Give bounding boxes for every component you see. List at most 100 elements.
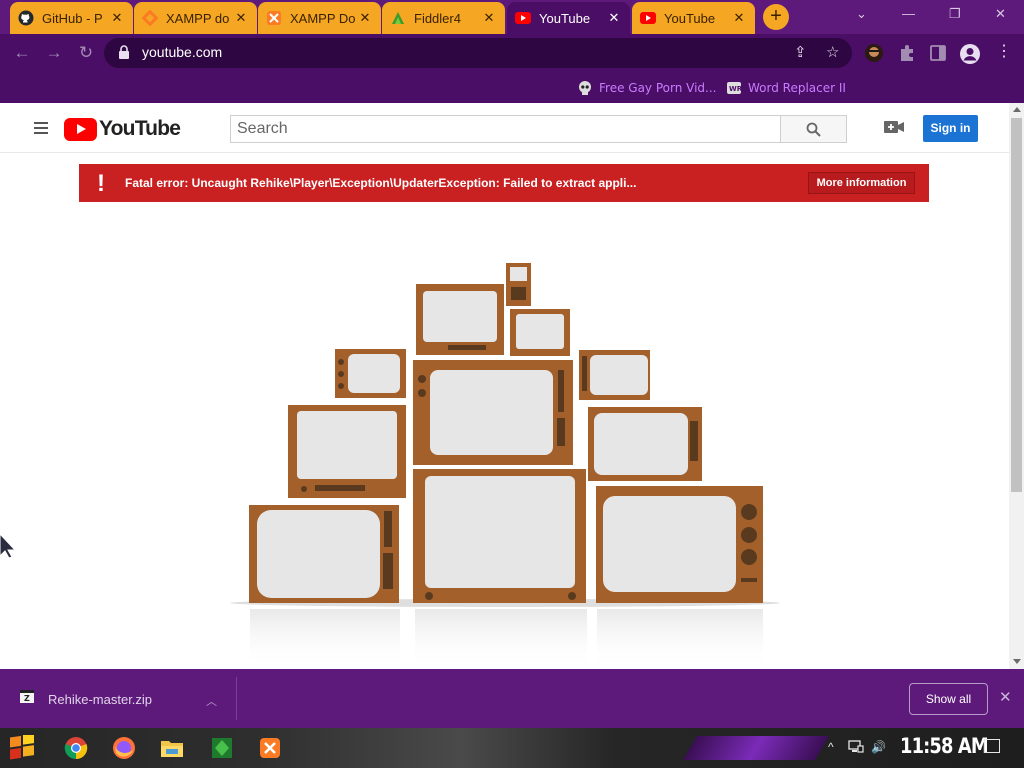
action-center-icon[interactable] bbox=[984, 739, 1000, 753]
taskbar-decoration bbox=[683, 736, 829, 760]
close-downloads-bar-icon[interactable]: ✕ bbox=[999, 688, 1012, 706]
extension-avatar-icon[interactable] bbox=[864, 43, 884, 63]
hamburger-menu-icon[interactable] bbox=[34, 122, 48, 134]
show-all-downloads-button[interactable]: Show all bbox=[909, 683, 988, 715]
tab-xampp-1[interactable]: XAMPP do ✕ bbox=[134, 2, 257, 34]
extensions-puzzle-icon[interactable] bbox=[897, 43, 917, 63]
tab-github[interactable]: GitHub - P ✕ bbox=[10, 2, 133, 34]
menu-kebab-icon[interactable]: ⋮ bbox=[994, 41, 1014, 61]
windows-taskbar: ^ 🔊 11:58 AM bbox=[0, 728, 1024, 768]
download-divider bbox=[236, 677, 237, 720]
close-tab-icon[interactable]: ✕ bbox=[731, 10, 747, 26]
tab-title: GitHub - P bbox=[42, 10, 103, 26]
youtube-page: YouTube Sign in ! Fatal error: Uncaught … bbox=[0, 103, 1009, 669]
youtube-icon bbox=[515, 10, 531, 26]
word-replacer-icon: WR bbox=[726, 80, 742, 96]
tv-tiny bbox=[506, 263, 531, 306]
firefox-icon[interactable] bbox=[110, 734, 138, 762]
youtube-logo[interactable]: YouTube bbox=[64, 117, 181, 141]
tab-xampp-2[interactable]: XAMPP Do ✕ bbox=[258, 2, 381, 34]
tv-bottom-left bbox=[249, 505, 399, 603]
reload-button[interactable]: ↻ bbox=[74, 41, 98, 65]
fiddler-icon[interactable] bbox=[208, 734, 236, 762]
youtube-play-logo-icon bbox=[64, 117, 97, 141]
tab-youtube[interactable]: YouTube ✕ bbox=[632, 2, 755, 34]
sign-in-button[interactable]: Sign in bbox=[923, 115, 978, 142]
show-hidden-icons-chevron-icon[interactable]: ^ bbox=[828, 740, 834, 754]
bookmark-label: Word Replacer II bbox=[748, 81, 846, 95]
tv-bottom-right bbox=[596, 486, 763, 603]
close-tab-icon[interactable]: ✕ bbox=[357, 10, 373, 26]
search-icon bbox=[806, 122, 821, 137]
volume-icon[interactable]: 🔊 bbox=[871, 740, 886, 754]
scroll-down-icon[interactable] bbox=[1013, 659, 1021, 664]
page-scrollbar[interactable] bbox=[1009, 103, 1024, 669]
tab-strip: GitHub - P ✕ XAMPP do ✕ XAMPP Do ✕ Fiddl… bbox=[0, 0, 1024, 34]
svg-text:WR: WR bbox=[729, 85, 742, 93]
chrome-icon[interactable] bbox=[62, 734, 90, 762]
tv-right-middle bbox=[588, 407, 702, 481]
profile-icon[interactable] bbox=[959, 43, 980, 64]
new-tab-button[interactable]: + bbox=[763, 4, 789, 30]
fiddler-icon bbox=[390, 10, 406, 26]
tv-right-small bbox=[579, 350, 650, 400]
lock-icon[interactable] bbox=[118, 45, 130, 65]
bookmark-star-icon[interactable]: ☆ bbox=[826, 43, 839, 61]
tv-left-small bbox=[335, 349, 406, 398]
search-button[interactable] bbox=[780, 115, 847, 143]
youtube-icon bbox=[640, 10, 656, 26]
tv-left-middle bbox=[288, 405, 406, 498]
tab-search-dropdown-icon[interactable]: ⌄ bbox=[856, 6, 867, 22]
close-tab-icon[interactable]: ✕ bbox=[109, 10, 125, 26]
upload-video-icon[interactable] bbox=[884, 120, 904, 139]
bookmark-item[interactable]: WR Word Replacer II bbox=[726, 78, 846, 98]
bookmarks-bar: Free Gay Porn Vid... WR Word Replacer II bbox=[0, 72, 1024, 103]
svg-text:Z: Z bbox=[24, 694, 30, 703]
skull-icon bbox=[577, 80, 593, 96]
tab-fiddler[interactable]: Fiddler4 ✕ bbox=[382, 2, 505, 34]
tab-title: Fiddler4 bbox=[414, 10, 461, 26]
scroll-up-icon[interactable] bbox=[1013, 107, 1021, 112]
forward-button[interactable]: → bbox=[42, 41, 66, 65]
scrollbar-thumb[interactable] bbox=[1011, 118, 1022, 492]
tab-youtube-active[interactable]: YouTube ✕ bbox=[507, 2, 630, 34]
download-item[interactable]: Z Rehike-master.zip bbox=[18, 689, 152, 710]
browser-toolbar: ← → ↻ youtube.com ⇪ ☆ ⋮ bbox=[0, 34, 1024, 72]
back-button[interactable]: ← bbox=[10, 41, 34, 65]
taskbar-clock[interactable]: 11:58 AM bbox=[900, 734, 989, 758]
side-panel-icon[interactable] bbox=[928, 43, 948, 63]
close-tab-icon[interactable]: ✕ bbox=[481, 10, 497, 26]
xampp-icon[interactable] bbox=[256, 734, 284, 762]
share-icon[interactable]: ⇪ bbox=[794, 43, 807, 61]
tv-top-center bbox=[416, 284, 504, 355]
xampp-icon bbox=[266, 10, 282, 26]
restore-button[interactable]: ❐ bbox=[949, 6, 961, 22]
tv-stack-illustration bbox=[230, 263, 780, 669]
tab-title: YouTube bbox=[539, 10, 591, 26]
bookmark-item[interactable]: Free Gay Porn Vid... bbox=[577, 78, 716, 98]
search-input[interactable] bbox=[230, 115, 781, 143]
tab-title: XAMPP do bbox=[166, 10, 230, 26]
address-url[interactable]: youtube.com bbox=[142, 44, 222, 60]
bookmark-label: Free Gay Porn Vid... bbox=[599, 81, 717, 95]
network-icon[interactable] bbox=[848, 740, 864, 757]
close-tab-icon[interactable]: ✕ bbox=[233, 10, 249, 26]
minimize-button[interactable]: — bbox=[902, 6, 915, 21]
download-options-chevron-icon[interactable]: ︿ bbox=[206, 693, 217, 709]
tv-top-right bbox=[510, 309, 570, 356]
start-icon[interactable] bbox=[6, 735, 38, 763]
tab-title: XAMPP Do bbox=[290, 10, 356, 26]
tv-bottom-center bbox=[413, 469, 586, 603]
github-icon bbox=[18, 10, 34, 26]
mouse-pointer-icon bbox=[0, 534, 17, 558]
file-explorer-icon[interactable] bbox=[158, 734, 186, 762]
zip-file-icon: Z bbox=[18, 689, 36, 710]
error-message: Fatal error: Uncaught Rehike\Player\Exce… bbox=[125, 176, 637, 190]
close-window-button[interactable]: ✕ bbox=[995, 6, 1006, 22]
tv-center-middle bbox=[413, 360, 573, 465]
error-banner: ! Fatal error: Uncaught Rehike\Player\Ex… bbox=[79, 164, 929, 202]
close-tab-icon[interactable]: ✕ bbox=[606, 10, 622, 26]
address-bar[interactable]: youtube.com ⇪ ☆ bbox=[104, 38, 852, 68]
more-information-button[interactable]: More information bbox=[808, 172, 915, 194]
youtube-header: YouTube Sign in bbox=[0, 103, 1009, 153]
